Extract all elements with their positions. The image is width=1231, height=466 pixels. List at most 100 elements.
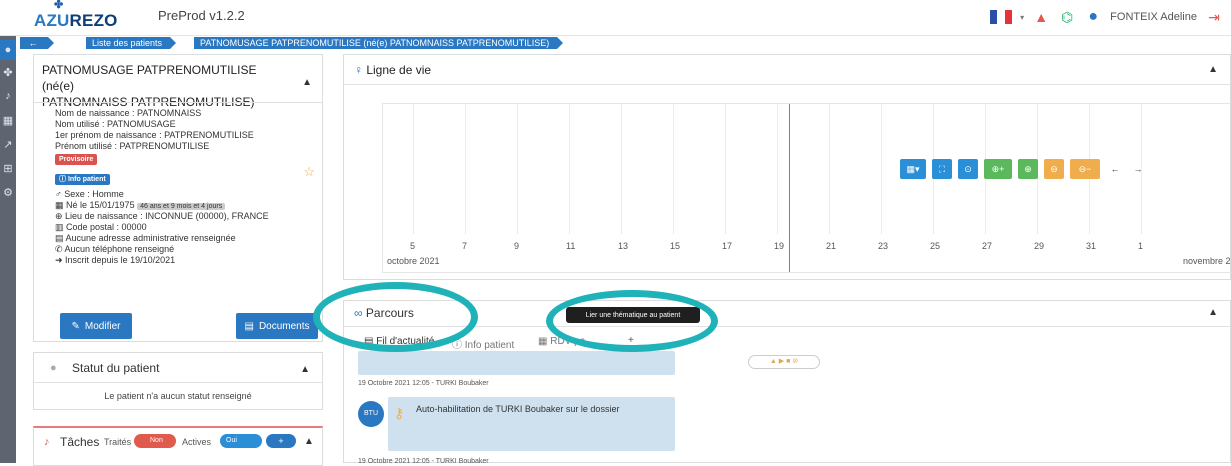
tab-info-patient[interactable]: ⓘ Info patient xyxy=(452,336,514,351)
header-right: ▾ ▲ ⌬ ● FONTEIX Adeline ⇥ xyxy=(990,7,1223,27)
document-icon: ▤ xyxy=(244,320,254,332)
timeline-tick-label: 21 xyxy=(826,241,837,251)
timeline-gridline xyxy=(881,104,882,234)
arrow-right-icon[interactable]: → xyxy=(1128,159,1148,179)
fit-button[interactable]: ⛶ xyxy=(932,159,952,179)
logout-icon[interactable]: ⇥ xyxy=(1205,8,1223,26)
timeline-tick-label: 15 xyxy=(670,241,681,251)
user-gray-icon: ● xyxy=(50,362,57,374)
tasks-collapse-icon[interactable]: ▲ xyxy=(304,436,314,447)
birth-name: Nom de naissance : PATNOMNAISS xyxy=(55,108,202,118)
zoom-in-plus-button[interactable]: ⊕+ xyxy=(984,159,1012,179)
parcours-card: ∞ Parcours ▲ ▤ Fil d'actualité ⓘ Info pa… xyxy=(343,300,1231,465)
divider xyxy=(34,102,322,103)
top-bar: ✤ AZUREZO PreProd v1.2.2 ▾ ▲ ⌬ ● FONTEIX… xyxy=(0,0,1231,36)
age-badge: 46 ans et 9 mois et 4 jours xyxy=(137,203,226,210)
settings-icon[interactable]: ⚙ xyxy=(0,182,16,202)
timeline-gridline xyxy=(673,104,674,234)
patient-card: PATNOMUSAGE PATPRENOMUTILISE (né(e) PATN… xyxy=(33,54,323,342)
user-avatar-icon[interactable]: ● xyxy=(1084,8,1102,26)
breadcrumb-back-button[interactable]: ← xyxy=(20,37,54,49)
timeline-tick-label: 5 xyxy=(410,241,416,251)
current-date-line xyxy=(789,104,790,272)
flag-fr-icon[interactable] xyxy=(990,10,1013,24)
timeline-gridline xyxy=(517,104,518,234)
highlight-ring-tooltip xyxy=(546,290,718,352)
timeline-collapse-icon[interactable]: ▲ xyxy=(1208,64,1218,75)
timeline-gridline xyxy=(777,104,778,234)
timeline-card: ♀ Ligne de vie ▲ 5 7 9 11 13 15 17 19 21 23 25 27 29… xyxy=(343,54,1231,280)
event-card[interactable]: ⚷ Auto-habilitation de TURKI Boubaker su… xyxy=(388,397,675,451)
timeline-tick-label: 25 xyxy=(930,241,941,251)
key-icon: ⚷ xyxy=(394,405,405,421)
highlight-ring-parcours xyxy=(313,282,478,352)
timeline-tick-label: 27 xyxy=(982,241,993,251)
timeline-gridline xyxy=(621,104,622,234)
month-label: octobre 2021 xyxy=(387,256,440,266)
breadcrumb-patient-list[interactable]: Liste des patients xyxy=(86,37,177,49)
calendar-dropdown-button[interactable]: ▦▾ xyxy=(900,159,926,179)
used-name: Nom utilisé : PATNOMUSAGE xyxy=(55,119,176,129)
timeline-tick-label: 11 xyxy=(566,241,576,251)
event-date: 19 Octobre 2021 12:05 - TURKI Boubaker xyxy=(358,458,489,465)
timeline-tick-label: 1 xyxy=(1138,241,1144,251)
bell-icon: ♪ xyxy=(44,436,50,448)
zoom-out-button[interactable]: ⊖ xyxy=(1044,159,1064,179)
timeline-tick-label: 23 xyxy=(878,241,889,251)
month-label: novembre 2 xyxy=(1183,256,1231,266)
collapse-chevron-icon[interactable]: ▲ xyxy=(302,77,312,88)
modifier-button[interactable]: ✎ Modifier xyxy=(60,313,132,339)
timeline-plot[interactable]: 5 7 9 11 13 15 17 19 21 23 25 27 29 31 1 octobre 2021 no… xyxy=(382,103,1231,273)
used-firstname: Prénom utilisé : PATPRENOMUTILISE xyxy=(55,141,210,151)
address: ▤ Aucune adresse administrative renseign… xyxy=(55,233,236,243)
tasks-title: Tâches xyxy=(60,435,100,449)
ribbon-icon: ♀ xyxy=(354,63,363,77)
zoom-in-button[interactable]: ⊕ xyxy=(1018,159,1038,179)
alert-icon[interactable]: ▲ xyxy=(1032,8,1050,26)
tasks-card: ♪ Tâches Traités Non Actives Oui + ▲ xyxy=(33,426,323,466)
wrench-icon: ✎ xyxy=(71,320,80,332)
table-icon[interactable]: ⊞ xyxy=(0,158,16,178)
app-logo[interactable]: AZUREZO xyxy=(34,10,118,32)
user-name[interactable]: FONTEIX Adeline xyxy=(1110,11,1197,23)
chart-icon[interactable]: ↗ xyxy=(0,134,16,154)
timeline-tick-label: 19 xyxy=(774,241,785,251)
timeline-tick-label: 7 xyxy=(462,241,468,251)
timeline-title: Ligne de vie xyxy=(366,63,432,77)
provisoire-badge: Provisoire xyxy=(55,154,98,165)
star-icon[interactable]: ☆ xyxy=(303,164,315,180)
event-actions[interactable]: ▲ ▶ ■ ⊘ xyxy=(748,355,820,369)
version-label: PreProd v1.2.2 xyxy=(158,8,245,23)
breadcrumb-current-patient: PATNOMUSAGE PATPRENOMUTILISE (né(e) PATN… xyxy=(194,37,564,49)
connections-icon[interactable]: ⌬ xyxy=(1058,8,1076,26)
documents-button[interactable]: ▤ Documents xyxy=(236,313,318,339)
logo-mark-icon: ✤ xyxy=(54,0,64,11)
arrow-left-icon[interactable]: ← xyxy=(1105,159,1125,179)
birth-place: ⊕ Lieu de naissance : INCONNUE (00000), … xyxy=(55,211,269,221)
event-date: 19 Octobre 2021 12:05 - TURKI Boubaker xyxy=(358,380,489,387)
zoom-out-minus-button[interactable]: ⊖− xyxy=(1070,159,1100,179)
side-nav: ● ✤ ♪ ▦ ↗ ⊞ ⚙ xyxy=(0,36,16,463)
timeline-gridline xyxy=(569,104,570,234)
birth-firstname: 1er prénom de naissance : PATPRENOMUTILI… xyxy=(55,130,254,140)
add-task-button[interactable]: + xyxy=(266,434,296,448)
traites-toggle[interactable]: Non xyxy=(134,434,176,448)
status-title: Statut du patient xyxy=(72,361,160,375)
azurezo-icon[interactable]: ✤ xyxy=(0,62,16,82)
user-icon[interactable]: ● xyxy=(0,40,16,60)
bell-icon[interactable]: ♪ xyxy=(0,86,16,106)
actives-label: Actives xyxy=(182,437,212,447)
parcours-collapse-icon[interactable]: ▲ xyxy=(1208,307,1218,318)
phone: ✆ Aucun téléphone renseigné xyxy=(55,244,175,254)
timeline-gridline xyxy=(413,104,414,234)
postal-code: ▥ Code postal : 00000 xyxy=(55,222,147,232)
event-text: Auto-habilitation de TURKI Boubaker sur … xyxy=(416,404,620,414)
calendar-icon[interactable]: ▦ xyxy=(0,110,16,130)
traites-label: Traités xyxy=(104,437,132,447)
timeline-gridline xyxy=(725,104,726,234)
status-collapse-icon[interactable]: ▲ xyxy=(300,364,310,375)
timeline-gridline xyxy=(465,104,466,234)
center-button[interactable]: ⊙ xyxy=(958,159,978,179)
status-card: ● Statut du patient ▲ Le patient n'a auc… xyxy=(33,352,323,410)
actives-toggle[interactable]: Oui xyxy=(220,434,262,448)
